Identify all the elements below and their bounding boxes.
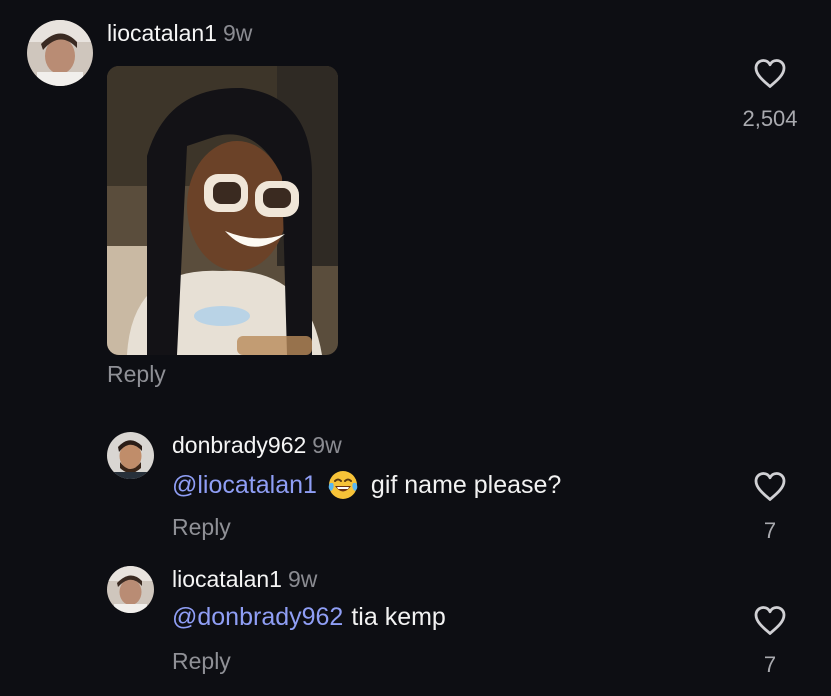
comment-text: @donbrady962 tia kemp [172,603,446,632]
like-count: 2,504 [742,106,798,131]
comment-body: tia kemp [351,603,446,631]
username[interactable]: liocatalan1 [107,20,217,46]
avatar[interactable] [107,432,154,479]
avatar[interactable] [107,566,154,613]
mention-link[interactable]: @donbrady962 [172,603,343,632]
face-with-tears-of-joy-icon [327,469,359,501]
comment-header: donbrady962 9w [172,432,342,459]
heart-icon[interactable] [753,605,787,641]
reply-button[interactable]: Reply [172,648,231,675]
timestamp: 9w [222,20,253,46]
avatar[interactable] [27,20,93,86]
comment-header: liocatalan1 9w [172,566,317,593]
timestamp: 9w [312,432,342,458]
comment-text: @liocatalan1 gif name please? [172,469,561,501]
comment-header: liocatalan1 9w [107,20,252,47]
like-count: 7 [763,518,777,543]
username[interactable]: liocatalan1 [172,566,282,592]
heart-icon[interactable] [753,58,787,94]
gif-image[interactable] [107,66,338,355]
reply-button[interactable]: Reply [172,514,231,541]
like-count: 7 [763,652,777,677]
timestamp: 9w [287,566,318,592]
comment-body: gif name please? [370,470,562,499]
username[interactable]: donbrady962 [172,432,306,458]
reply-button[interactable]: Reply [107,361,166,388]
mention-link[interactable]: @liocatalan1 [172,471,317,500]
heart-icon[interactable] [753,471,787,507]
